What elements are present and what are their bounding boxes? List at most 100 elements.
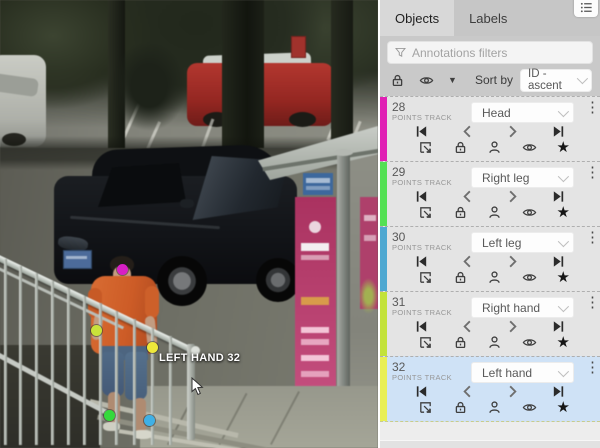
occluded-button[interactable] xyxy=(487,270,502,285)
keyframe-star-button[interactable]: ★ xyxy=(557,335,570,350)
keypoint-right-leg[interactable] xyxy=(104,410,115,421)
keyframe-star-button[interactable]: ★ xyxy=(557,400,570,415)
object-type: POINTS TRACK xyxy=(392,179,452,187)
lock-button[interactable] xyxy=(453,140,468,155)
object-type: POINTS TRACK xyxy=(392,309,452,317)
annotation-overlay: LEFT HAND 32 xyxy=(0,0,378,448)
sidebar-empty-area xyxy=(380,422,600,440)
tab-objects[interactable]: Objects xyxy=(380,0,454,36)
next-keyframe-button[interactable] xyxy=(505,124,520,139)
keypoint-right-hand[interactable] xyxy=(91,325,102,336)
object-item-31[interactable]: 31 POINTS TRACK Right hand ⋮ xyxy=(380,291,600,356)
outside-button[interactable] xyxy=(418,205,433,220)
chevron-down-icon xyxy=(558,300,569,311)
occluded-button[interactable] xyxy=(487,400,502,415)
object-color-bar xyxy=(380,162,387,226)
last-keyframe-button[interactable] xyxy=(551,254,566,269)
chevron-down-icon xyxy=(558,365,569,376)
keyframe-star-button[interactable]: ★ xyxy=(557,140,570,155)
hide-all-eye-icon[interactable] xyxy=(419,73,434,88)
keypoint-left-leg[interactable] xyxy=(144,415,155,426)
camera-frame[interactable]: LEFT HAND 32 xyxy=(0,0,378,448)
lock-button[interactable] xyxy=(453,400,468,415)
object-switchers: ★ xyxy=(418,400,570,415)
lock-button[interactable] xyxy=(453,205,468,220)
objects-sidebar: Objects Labels ▼ Sort by ID - ascent xyxy=(378,0,600,448)
outside-button[interactable] xyxy=(418,140,433,155)
first-keyframe-button[interactable] xyxy=(414,124,429,139)
objects-list: 28 POINTS TRACK Head ⋮ xyxy=(380,96,600,422)
label-select[interactable]: Left leg xyxy=(471,232,574,253)
sort-order-value: ID - ascent xyxy=(528,68,577,92)
occluded-button[interactable] xyxy=(487,140,502,155)
object-actions-menu-icon[interactable]: ⋮ xyxy=(585,169,597,177)
hide-button[interactable] xyxy=(522,140,537,155)
hide-button[interactable] xyxy=(522,270,537,285)
object-actions-menu-icon[interactable]: ⋮ xyxy=(585,234,597,242)
keypoint-head[interactable] xyxy=(117,264,128,275)
occluded-button[interactable] xyxy=(487,205,502,220)
prev-keyframe-button[interactable] xyxy=(460,319,475,334)
object-item-28[interactable]: 28 POINTS TRACK Head ⋮ xyxy=(380,96,600,161)
mouse-cursor xyxy=(191,377,204,396)
appearance-menu-button[interactable] xyxy=(574,0,598,17)
next-keyframe-button[interactable] xyxy=(505,189,520,204)
first-keyframe-button[interactable] xyxy=(414,254,429,269)
object-item-32[interactable]: 32 POINTS TRACK Left hand ⋮ xyxy=(380,356,600,422)
sort-order-select[interactable]: ID - ascent xyxy=(520,69,592,92)
object-item-30[interactable]: 30 POINTS TRACK Left leg ⋮ xyxy=(380,226,600,291)
last-keyframe-button[interactable] xyxy=(551,384,566,399)
object-actions-menu-icon[interactable]: ⋮ xyxy=(585,364,597,372)
label-select[interactable]: Left hand xyxy=(471,362,574,383)
cvat-annotation-window: LEFT HAND 32 Objects Labels ▼ Sort by ID… xyxy=(0,0,600,448)
prev-keyframe-button[interactable] xyxy=(460,189,475,204)
annotations-filter-input[interactable] xyxy=(387,41,593,64)
object-color-bar xyxy=(380,227,387,291)
tab-labels-label: Labels xyxy=(469,11,507,26)
sidebar-footer-strip xyxy=(380,440,600,448)
object-type: POINTS TRACK xyxy=(392,114,452,122)
keyframe-nav xyxy=(414,384,566,399)
next-keyframe-button[interactable] xyxy=(505,254,520,269)
object-color-bar xyxy=(380,97,387,161)
sidebar-tabbar: Objects Labels xyxy=(380,0,600,36)
lock-button[interactable] xyxy=(453,270,468,285)
next-keyframe-button[interactable] xyxy=(505,384,520,399)
outside-button[interactable] xyxy=(418,400,433,415)
label-select[interactable]: Right hand xyxy=(471,297,574,318)
sort-by-label: Sort by xyxy=(475,73,513,87)
last-keyframe-button[interactable] xyxy=(551,319,566,334)
outside-button[interactable] xyxy=(418,335,433,350)
first-keyframe-button[interactable] xyxy=(414,319,429,334)
prev-keyframe-button[interactable] xyxy=(460,384,475,399)
hide-button[interactable] xyxy=(522,205,537,220)
object-item-29[interactable]: 29 POINTS TRACK Right leg ⋮ xyxy=(380,161,600,226)
keyframe-star-button[interactable]: ★ xyxy=(557,270,570,285)
chevron-down-icon xyxy=(558,170,569,181)
label-select[interactable]: Head xyxy=(471,102,574,123)
keyframe-star-button[interactable]: ★ xyxy=(557,205,570,220)
expand-all-caret-icon[interactable]: ▼ xyxy=(448,76,457,85)
lock-button[interactable] xyxy=(453,335,468,350)
outside-button[interactable] xyxy=(418,270,433,285)
prev-keyframe-button[interactable] xyxy=(460,254,475,269)
object-color-bar xyxy=(380,357,387,421)
next-keyframe-button[interactable] xyxy=(505,319,520,334)
last-keyframe-button[interactable] xyxy=(551,124,566,139)
filter-funnel-icon xyxy=(394,46,407,59)
occluded-button[interactable] xyxy=(487,335,502,350)
object-actions-menu-icon[interactable]: ⋮ xyxy=(585,104,597,112)
first-keyframe-button[interactable] xyxy=(414,384,429,399)
lock-all-icon[interactable] xyxy=(390,73,405,88)
keypoint-left-hand[interactable] xyxy=(147,342,158,353)
label-select[interactable]: Right leg xyxy=(471,167,574,188)
prev-keyframe-button[interactable] xyxy=(460,124,475,139)
hide-button[interactable] xyxy=(522,400,537,415)
list-menu-icon xyxy=(579,0,594,15)
hide-button[interactable] xyxy=(522,335,537,350)
label-select-value: Right leg xyxy=(482,171,529,185)
tab-labels[interactable]: Labels xyxy=(454,0,522,36)
object-actions-menu-icon[interactable]: ⋮ xyxy=(585,299,597,307)
first-keyframe-button[interactable] xyxy=(414,189,429,204)
last-keyframe-button[interactable] xyxy=(551,189,566,204)
